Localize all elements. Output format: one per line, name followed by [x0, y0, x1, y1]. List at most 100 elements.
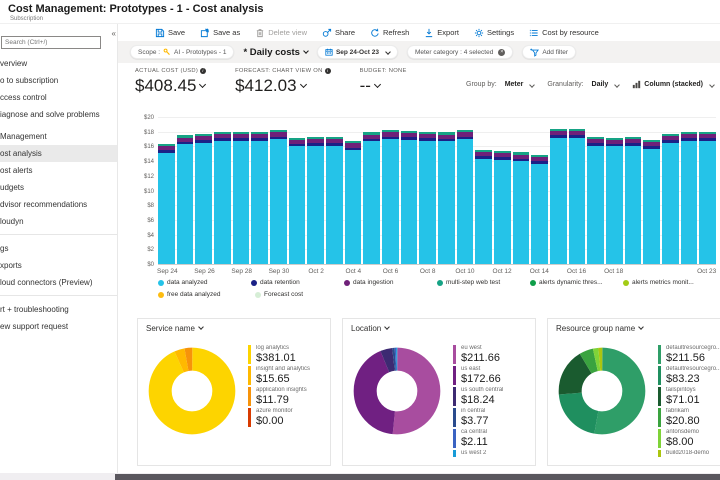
bar-sep-26[interactable]: [195, 133, 213, 264]
sidebar-item-verview[interactable]: verview: [0, 55, 117, 72]
info-icon[interactable]: i: [200, 68, 207, 74]
bar-oct-10[interactable]: [456, 130, 474, 264]
view-selector[interactable]: * Daily costs: [243, 47, 309, 58]
bar-oct-13[interactable]: [512, 152, 530, 264]
legend-item[interactable]: alerts metrics monit...: [623, 279, 716, 286]
legend-item[interactable]: free data analyzed: [158, 291, 255, 298]
bar-oct-16[interactable]: [568, 128, 586, 264]
sidebar-item-ew-support-request[interactable]: ew support request: [0, 318, 117, 335]
legend-item[interactable]: alerts dynamic thres...: [530, 279, 623, 286]
bar-oct-21[interactable]: [662, 133, 679, 264]
donut-legend-item[interactable]: us south central $18.24: [453, 387, 531, 406]
group-by-selector[interactable]: Group by: Meter: [466, 81, 536, 88]
donut-legend-item[interactable]: eu west $211.66: [453, 345, 531, 364]
bar-oct-4[interactable]: [344, 141, 362, 264]
sidebar-item-iagnose-and-solve-problems[interactable]: iagnose and solve problems: [0, 106, 117, 123]
search-input[interactable]: [1, 36, 101, 49]
donut-legend-item[interactable]: azure monitor $0.00: [248, 408, 326, 427]
bar-oct-19[interactable]: [624, 136, 642, 264]
donut-legend-item[interactable]: build2018-demo: [658, 450, 720, 457]
bar-oct-17[interactable]: [587, 136, 605, 264]
bar-oct-18[interactable]: [606, 137, 623, 264]
legend-item[interactable]: multi-step web test: [437, 279, 530, 286]
donut-legend-item[interactable]: us west 2: [453, 450, 531, 457]
legend-item[interactable]: data retention: [251, 279, 344, 286]
bar-oct-14[interactable]: [531, 155, 549, 264]
save-button[interactable]: Save: [155, 28, 185, 38]
bar-oct-1[interactable]: [288, 137, 306, 264]
donut-legend-item[interactable]: antonsdemo $8.00: [658, 429, 720, 448]
legend-item[interactable]: Forecast cost: [255, 291, 352, 298]
donut-legend-value: $71.01: [666, 394, 700, 406]
cost-by-resource-button[interactable]: Cost by resource: [529, 28, 599, 38]
bar-sep-27[interactable]: [214, 131, 231, 264]
export-button[interactable]: Export: [424, 28, 459, 38]
share-button[interactable]: Share: [322, 28, 355, 38]
forecast-cost-value[interactable]: $412.03: [235, 76, 331, 96]
bar-oct-8[interactable]: [419, 131, 437, 264]
donut-legend-item[interactable]: application insights $11.79: [248, 387, 326, 406]
donut-legend-item[interactable]: ca central $2.11: [453, 429, 531, 448]
bar-sep-29[interactable]: [251, 131, 269, 264]
bar-oct-3[interactable]: [326, 136, 343, 264]
donut-legend-item[interactable]: defaultresourcegro... $83.23: [658, 366, 720, 385]
legend-item[interactable]: data analyzed: [158, 279, 251, 286]
info-icon[interactable]: i: [324, 68, 331, 74]
donut-legend-item[interactable]: tailspintoys $71.01: [658, 387, 720, 406]
bar-sep-25[interactable]: [176, 135, 194, 264]
add-filter-pill[interactable]: Add filter: [522, 45, 576, 59]
donut-legend-item[interactable]: defaultresourcegro... $211.56: [658, 345, 720, 364]
sidebar-item-ost-alerts[interactable]: ost alerts: [0, 162, 117, 179]
bar-oct-23[interactable]: [699, 131, 717, 264]
delete-view-button[interactable]: Delete view: [255, 28, 307, 38]
card-title[interactable]: Resource group name: [556, 324, 644, 333]
bar-oct-9[interactable]: [438, 132, 455, 264]
sidebar-item-loud-connectors-preview-[interactable]: loud connectors (Preview): [0, 274, 117, 291]
budget-value[interactable]: --: [360, 76, 407, 96]
refresh-button[interactable]: Refresh: [370, 28, 409, 38]
sidebar-item-ost-analysis[interactable]: ost analysis: [0, 145, 117, 162]
bar-oct-15[interactable]: [550, 128, 567, 264]
bar-oct-11[interactable]: [475, 150, 493, 264]
sidebar-item-loudyn[interactable]: loudyn: [0, 213, 117, 230]
sidebar-item-o-to-subscription[interactable]: o to subscription: [0, 72, 117, 89]
sidebar-item-dvisor-recommendations[interactable]: dvisor recommendations: [0, 196, 117, 213]
donut-legend-item[interactable]: fabrikam $20.80: [658, 408, 720, 427]
sidebar-item-ccess-control[interactable]: ccess control: [0, 89, 117, 106]
date-range-pill[interactable]: Sep 24-Oct 23: [316, 45, 398, 59]
bar-oct-2[interactable]: [307, 136, 325, 264]
bar-oct-22[interactable]: [680, 131, 698, 264]
bar-segment: [400, 139, 418, 264]
export-icon: [426, 28, 433, 37]
meter-category-pill[interactable]: Meter category : 4 selected ×: [406, 45, 514, 59]
sidebar-item-xports[interactable]: xports: [0, 257, 117, 274]
card-title[interactable]: Location: [351, 324, 391, 333]
donut-legend-item[interactable]: log analytics $381.01: [248, 345, 326, 364]
save-as-button[interactable]: Save as: [200, 27, 240, 38]
legend-swatch: [530, 279, 536, 286]
horizontal-scrollbar-thumb[interactable]: [115, 474, 720, 480]
bar-sep-30[interactable]: [270, 130, 287, 264]
granularity-selector[interactable]: Granularity: Daily: [547, 81, 621, 88]
scope-pill[interactable]: Scope : AI - Prototypes - 1: [130, 45, 235, 59]
legend-item[interactable]: data ingestion: [344, 279, 437, 286]
sidebar-item-udgets[interactable]: udgets: [0, 179, 117, 196]
donut-legend-item[interactable]: us east $172.66: [453, 366, 531, 385]
actual-cost-value[interactable]: $408.45: [135, 76, 207, 96]
donut-legend-item[interactable]: in central $3.77: [453, 408, 531, 427]
card-title[interactable]: Service name: [146, 324, 204, 333]
bar-segment: [288, 146, 306, 264]
chevron-down-icon: [384, 324, 391, 330]
donut-legend-item[interactable]: insight and analytics $15.65: [248, 366, 326, 385]
bar-sep-28[interactable]: [232, 131, 250, 264]
remove-filter-icon[interactable]: ×: [498, 48, 506, 56]
bar-oct-6[interactable]: [382, 130, 399, 264]
chart-type-selector[interactable]: Column (stacked): [632, 80, 715, 89]
settings-button[interactable]: Settings: [474, 28, 514, 38]
bar-sep-24[interactable]: [158, 144, 175, 264]
bar-oct-12[interactable]: [494, 150, 511, 264]
collapse-sidebar-icon[interactable]: «: [112, 29, 116, 38]
bar-oct-5[interactable]: [363, 132, 381, 264]
bar-oct-20[interactable]: [643, 139, 661, 264]
bar-oct-7[interactable]: [400, 131, 418, 264]
